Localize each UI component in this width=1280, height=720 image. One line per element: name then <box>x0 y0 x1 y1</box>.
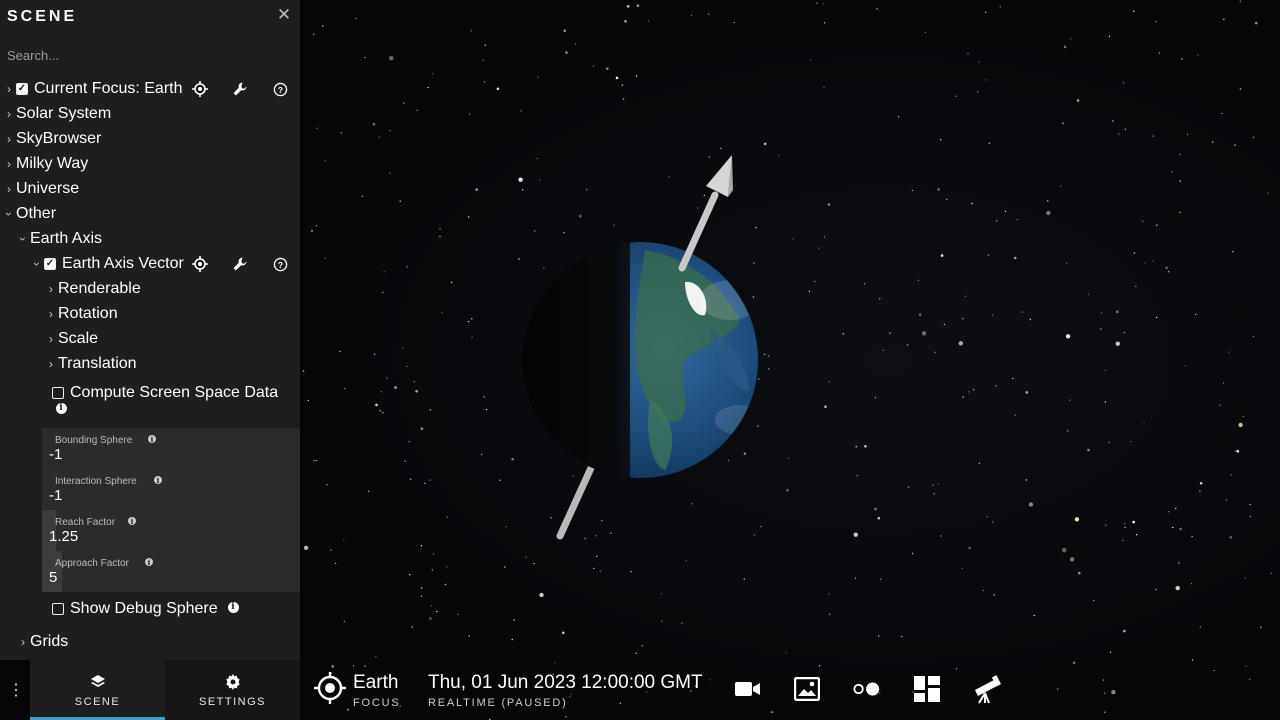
tree-item-current-focus[interactable]: › ✓ Current Focus: Earth <box>4 78 183 100</box>
close-icon[interactable]: ✕ <box>276 6 292 24</box>
tree-item-label: Translation <box>58 355 137 372</box>
tree-item-label: Universe <box>16 180 80 197</box>
bounding-sphere-label: Bounding Sphere <box>55 435 133 446</box>
chevron-down-icon[interactable]: › <box>16 234 30 244</box>
checkbox[interactable] <box>52 387 64 399</box>
focus-label: FOCUS <box>353 697 401 709</box>
time-status: REALTIME (PAUSED) <box>428 697 568 709</box>
tree-item-label: Earth Axis Vector <box>62 255 184 272</box>
chevron-right-icon[interactable]: › <box>4 82 14 96</box>
wrench-icon[interactable] <box>231 255 249 273</box>
tree-item-label: Current Focus: Earth <box>34 80 183 97</box>
focus-name[interactable]: Earth <box>353 672 398 694</box>
focus-target-icon[interactable] <box>191 255 209 273</box>
info-icon[interactable]: i <box>128 517 136 526</box>
earth-render <box>522 155 758 540</box>
chevron-right-icon[interactable]: › <box>4 132 14 146</box>
tree-item-milky-way[interactable]: › Milky Way <box>4 153 88 175</box>
tree-item-skybrowser[interactable]: › SkyBrowser <box>4 128 101 150</box>
checkbox-label: Show Debug Sphere <box>70 600 218 617</box>
chevron-down-icon[interactable]: › <box>30 259 44 269</box>
interaction-sphere-value[interactable]: -1 <box>49 487 62 504</box>
tree-item-scale[interactable]: › Scale <box>46 328 98 350</box>
bounding-sphere-value[interactable]: -1 <box>49 446 62 463</box>
layers-icon <box>30 674 165 692</box>
tree-item-translation[interactable]: › Translation <box>46 353 137 375</box>
tree-item-label: Earth Axis <box>30 230 103 247</box>
tree-item-universe[interactable]: › Universe <box>4 178 79 200</box>
more-menu-icon[interactable]: ⋮ <box>8 680 24 702</box>
info-icon[interactable]: i <box>145 558 153 567</box>
space-viewport[interactable] <box>300 0 1280 720</box>
show-debug-sphere-toggle[interactable]: Show Debug Sphere <box>52 598 218 620</box>
tree-item-label: Scale <box>58 330 99 347</box>
tree-item-label: Renderable <box>58 280 141 297</box>
tree-item-label: SkyBrowser <box>16 130 102 147</box>
enabled-checkbox[interactable]: ✓ <box>16 83 28 95</box>
telescope-icon[interactable] <box>972 674 1002 704</box>
chevron-right-icon[interactable]: › <box>46 332 56 346</box>
scene-panel: SCENE ✕ › ✓ Current Focus: Earth ? › Sol… <box>0 0 300 660</box>
wrench-icon[interactable] <box>231 80 249 98</box>
axis-rod-upper <box>678 191 719 272</box>
chevron-right-icon[interactable]: › <box>46 282 56 296</box>
svg-text:?: ? <box>277 259 282 269</box>
chevron-down-icon[interactable]: › <box>2 209 16 219</box>
approach-factor-value[interactable]: 5 <box>49 569 57 586</box>
axis-arrowhead <box>706 155 732 197</box>
image-icon[interactable] <box>792 674 822 704</box>
tab-label: SETTINGS <box>198 696 266 708</box>
reach-factor-value[interactable]: 1.25 <box>49 528 78 545</box>
compute-screen-space-toggle[interactable]: Compute Screen Space Data <box>52 382 278 404</box>
properties-box: Bounding Sphere i -1 Interaction Sphere … <box>42 428 300 592</box>
simulation-time[interactable]: Thu, 01 Jun 2023 12:00:00 GMT <box>428 672 703 694</box>
info-icon[interactable]: i <box>54 401 68 415</box>
reach-factor-label: Reach Factor <box>55 517 116 528</box>
chevron-right-icon[interactable]: › <box>46 307 56 321</box>
camera-icon[interactable] <box>733 674 763 704</box>
chevron-right-icon[interactable]: › <box>4 182 14 196</box>
tree-item-renderable[interactable]: › Renderable <box>46 278 141 300</box>
checkbox-label: Compute Screen Space Data <box>70 384 279 401</box>
help-icon[interactable]: ? <box>271 80 289 98</box>
interaction-sphere-label: Interaction Sphere <box>55 476 137 487</box>
earth-globe <box>522 242 758 478</box>
tree-item-solar-system[interactable]: › Solar System <box>4 103 111 125</box>
checkbox[interactable] <box>52 603 64 615</box>
tree-item-label: Other <box>16 205 57 222</box>
info-icon[interactable]: i <box>226 600 240 614</box>
panel-title: SCENE <box>7 8 78 25</box>
tree-item-label: Rotation <box>58 305 118 322</box>
chevron-right-icon[interactable]: › <box>4 107 14 121</box>
tree-item-label: Grids <box>30 633 69 650</box>
tab-label: SCENE <box>74 696 121 708</box>
info-icon[interactable]: i <box>154 476 162 485</box>
search-input[interactable] <box>0 44 300 66</box>
info-icon[interactable]: i <box>148 435 156 444</box>
tab-settings[interactable]: SETTINGS <box>165 660 300 720</box>
tree-item-earth-axis[interactable]: › Earth Axis <box>16 228 103 250</box>
approach-factor-label: Approach Factor <box>55 558 129 569</box>
gear-icon <box>165 674 300 692</box>
tree-item-earth-axis-vector[interactable]: › ✓ Earth Axis Vector <box>30 253 184 275</box>
axis-rod-lower <box>556 464 595 540</box>
focus-target-icon[interactable] <box>191 80 209 98</box>
visibility-toggle-icon[interactable] <box>852 674 882 704</box>
tree-item-label: Milky Way <box>16 155 89 172</box>
chevron-right-icon[interactable]: › <box>46 357 56 371</box>
focus-crosshair-icon[interactable] <box>314 672 346 709</box>
svg-text:?: ? <box>277 84 282 94</box>
chevron-right-icon[interactable]: › <box>4 157 14 171</box>
tree-item-label: Solar System <box>16 105 112 122</box>
tree-item-other[interactable]: › Other <box>2 203 57 225</box>
tree-item-rotation[interactable]: › Rotation <box>46 303 118 325</box>
tree-item-grids[interactable]: › Grids <box>18 631 68 653</box>
dashboard-icon[interactable] <box>912 674 942 704</box>
enabled-checkbox[interactable]: ✓ <box>44 258 56 270</box>
tab-scene[interactable]: SCENE <box>30 660 165 720</box>
help-icon[interactable]: ? <box>271 255 289 273</box>
chevron-right-icon[interactable]: › <box>18 635 28 649</box>
